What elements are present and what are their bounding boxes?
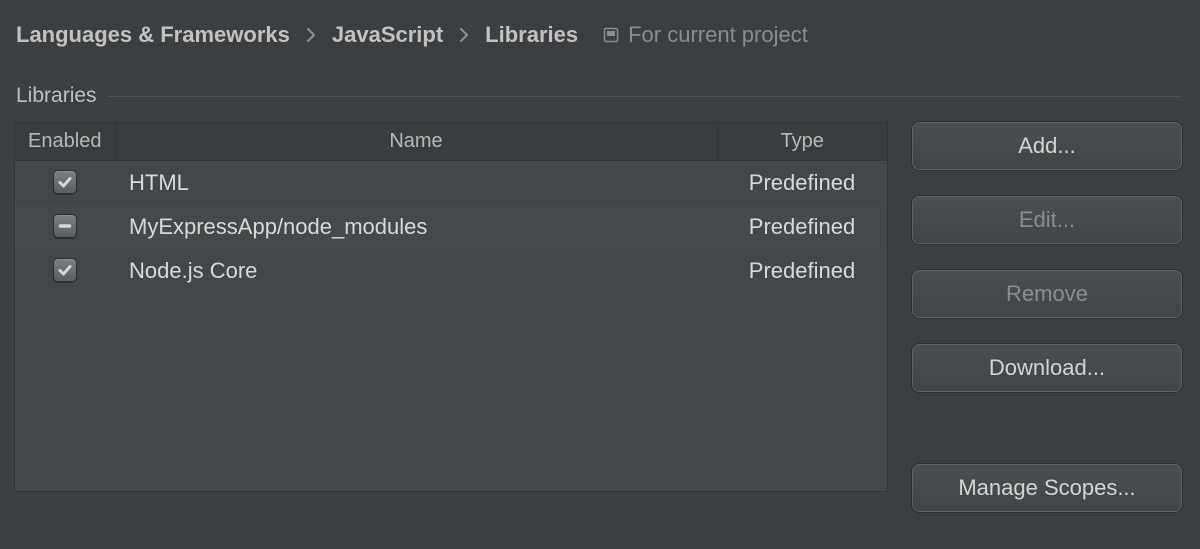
breadcrumb: Languages & Frameworks JavaScript Librar… [14,14,1182,56]
divider [107,96,1182,97]
download-button[interactable]: Download... [912,344,1182,392]
libraries-table[interactable]: Enabled Name Type HTMLPredefinedMyExpres… [14,122,888,492]
checkbox-indeterminate[interactable] [53,214,77,238]
project-scope-icon [602,26,620,44]
breadcrumb-item-current: Libraries [485,22,578,48]
checkbox-checked[interactable] [53,170,77,194]
manage-scopes-button[interactable]: Manage Scopes... [912,464,1182,512]
breadcrumb-item[interactable]: Languages & Frameworks [16,22,290,48]
type-cell: Predefined [717,161,887,205]
name-cell: HTML [115,161,717,205]
edit-button[interactable]: Edit... [912,196,1182,244]
scope-label: For current project [628,22,808,48]
type-cell: Predefined [717,249,887,293]
checkbox-checked[interactable] [53,258,77,282]
spacer [912,418,1182,438]
section-title: Libraries [16,84,97,108]
column-header-enabled[interactable]: Enabled [15,123,115,161]
action-button-column: Add... Edit... Remove Download... Manage… [912,122,1182,512]
table-row[interactable]: MyExpressApp/node_modulesPredefined [15,205,887,249]
name-cell: MyExpressApp/node_modules [115,205,717,249]
enabled-cell [15,249,115,293]
add-button[interactable]: Add... [912,122,1182,170]
chevron-right-icon [457,24,471,46]
table-row[interactable]: HTMLPredefined [15,161,887,205]
breadcrumb-item[interactable]: JavaScript [332,22,443,48]
column-header-type[interactable]: Type [717,123,887,161]
table-row[interactable]: Node.js CorePredefined [15,249,887,293]
enabled-cell [15,205,115,249]
name-cell: Node.js Core [115,249,717,293]
column-header-name[interactable]: Name [115,123,717,161]
enabled-cell [15,161,115,205]
scope-indicator: For current project [602,22,808,48]
remove-button[interactable]: Remove [912,270,1182,318]
chevron-right-icon [304,24,318,46]
type-cell: Predefined [717,205,887,249]
